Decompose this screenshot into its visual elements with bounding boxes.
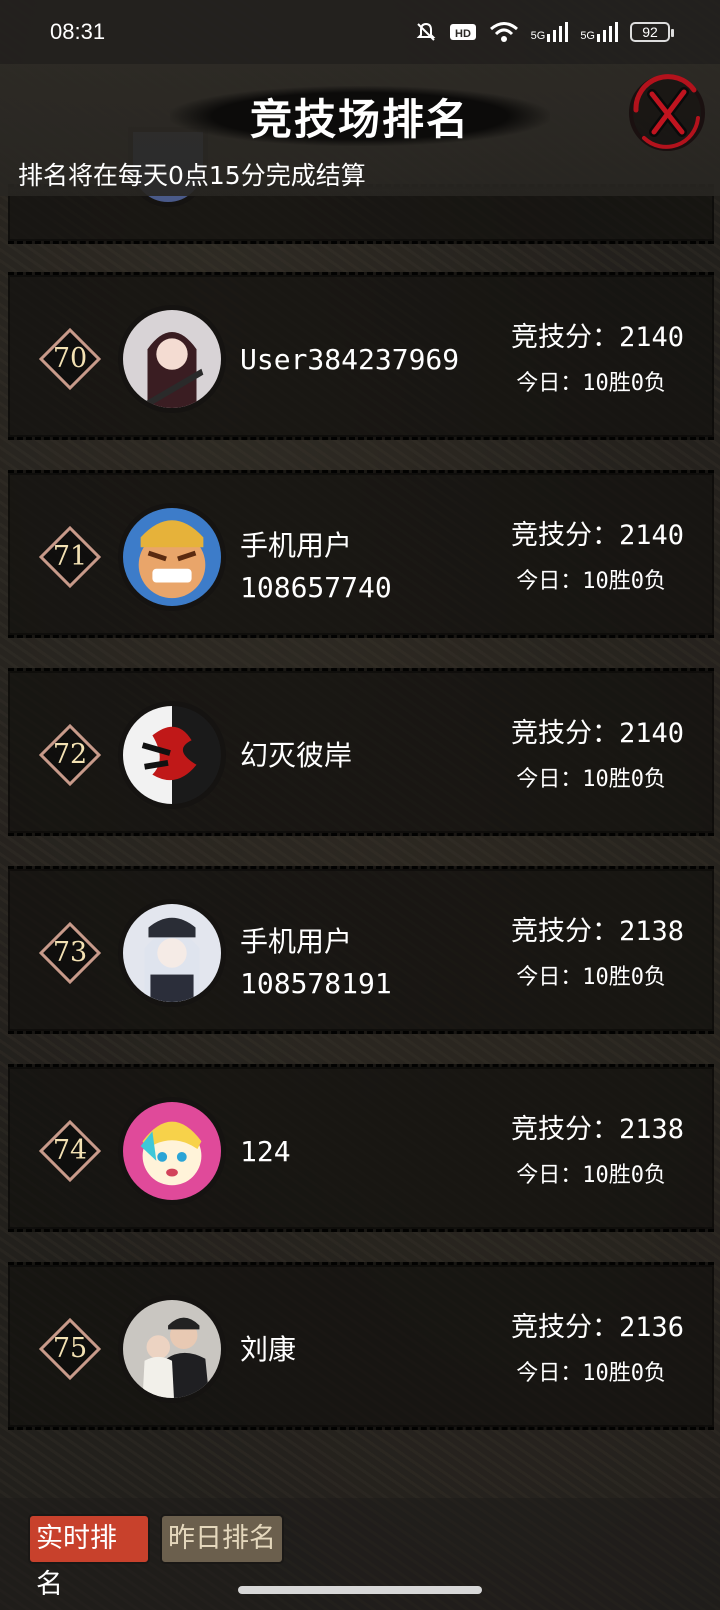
close-button[interactable] [624,70,710,156]
player-name-line1: 124 [240,1135,291,1168]
list-item[interactable]: 74 124 竞技分：2138 今日：10胜0负 [8,1064,714,1232]
signal-label: 5G [530,30,546,42]
close-x-icon [629,74,705,151]
today-record: 今日：10胜0负 [516,965,666,990]
player-name-line1: 手机用户 [240,529,353,562]
rank-number: 71 [52,541,88,572]
arena-score: 竞技分：2138 [510,916,684,947]
svg-text:HD: HD [455,28,471,40]
avatar[interactable] [118,1097,226,1205]
today-record: 今日：10胜0负 [516,1361,666,1386]
battery-icon: 92 [630,22,674,42]
player-name: 刘康 [240,1329,500,1371]
player-name-line1: 幻灭彼岸 [240,739,353,772]
arena-score: 竞技分：2136 [510,1312,684,1343]
player-name: 124 [240,1131,500,1173]
list-item[interactable]: 70 User384237969 竞技分：2140 今日：10胜0负 [8,272,714,440]
rank-badge: 72 [38,723,102,787]
page-title: 竞技场排名 [249,95,470,144]
arena-score: 竞技分：2140 [510,520,684,551]
signal-5g-icon: 5G [580,22,618,42]
rank-number: 75 [52,1333,88,1364]
today-record: 今日：10胜0负 [516,569,666,594]
avatar[interactable] [118,899,226,1007]
status-bar: 08:31 HD 5G 5G 92 [0,0,720,64]
hd-icon: HD [449,24,476,40]
player-name: 幻灭彼岸 [240,735,500,777]
list-item[interactable]: 75 刘康 竞技分：2136 今日：10胜0负 [8,1262,714,1430]
avatar[interactable] [118,503,226,611]
rank-badge: 73 [38,921,102,985]
today-record: 今日：10胜0负 [516,1163,666,1188]
rank-number: 73 [52,937,88,968]
list-item[interactable]: 71 手机用户 108657740 竞技分：2140 今日：10胜0负 [8,470,714,638]
signal-label: 5G [580,30,595,42]
status-time: 08:31 [50,19,106,44]
player-name: User384237969 [240,339,500,381]
rank-number: 74 [52,1135,88,1166]
tab-realtime-ranking[interactable]: 实时排名 [28,1514,150,1600]
settlement-notice: 排名将在每天0点15分完成结算 [18,161,366,190]
player-name-line2: 108578191 [240,967,392,1000]
player-name-line1: 刘康 [240,1333,297,1366]
rank-number: 72 [52,739,88,770]
arena-score: 竞技分：2140 [510,322,684,353]
player-name: 手机用户 108657740 [240,525,500,609]
battery-level: 92 [642,24,658,40]
player-name-line1: User384237969 [240,343,460,376]
mute-icon [416,22,436,41]
list-item[interactable]: 73 手机用户 108578191 竞技分：2138 今日：10胜0负 [8,866,714,1034]
arena-score: 竞技分：2140 [510,718,684,749]
bottom-tab-bar: 实时排名 昨日排名 [0,1498,720,1610]
avatar[interactable] [118,305,226,413]
avatar[interactable] [118,701,226,809]
today-record: 今日：10胜0负 [516,767,666,792]
home-indicator[interactable] [238,1586,482,1594]
rank-badge: 74 [38,1119,102,1183]
rank-number: 70 [52,343,88,374]
arena-score: 竞技分：2138 [510,1114,684,1145]
wifi-icon [489,22,518,42]
rank-badge: 70 [38,327,102,391]
avatar[interactable] [118,1295,226,1403]
player-name: 手机用户 108578191 [240,921,500,1005]
list-item[interactable]: 72 幻灭彼岸 竞技分：2140 今日：10胜0负 [8,668,714,836]
player-name-line2: 108657740 [240,571,392,604]
rank-badge: 71 [38,525,102,589]
status-icons: HD 5G 5G 92 [415,21,674,43]
signal-5g-icon: 5G [531,22,569,42]
header: 竞技场排名 排名将在每天0点15分完成结算 [0,64,720,196]
today-record: 今日：10胜0负 [516,371,666,396]
tab-yesterday-ranking[interactable]: 昨日排名 [160,1514,284,1564]
player-name-line1: 手机用户 [240,925,353,958]
rank-badge: 75 [38,1317,102,1381]
